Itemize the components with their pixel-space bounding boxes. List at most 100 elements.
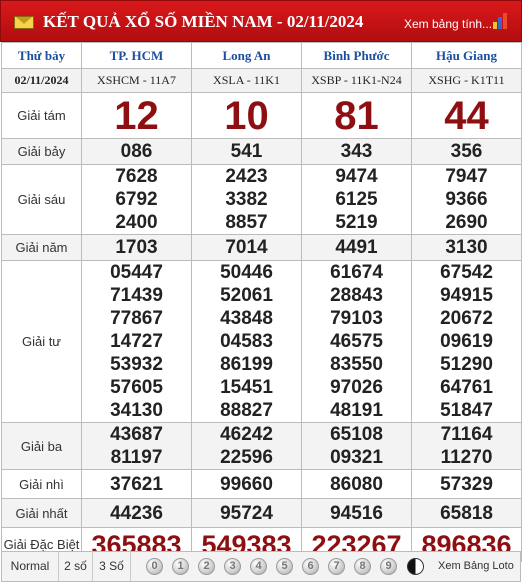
prize-cell: 086 <box>81 138 192 165</box>
prize-number: 09619 <box>440 331 493 352</box>
prize-cell: 71164 11270 <box>411 422 522 470</box>
prize-number: 46242 <box>220 424 273 445</box>
prize-number: 61674 <box>330 262 383 283</box>
digit-ball-button[interactable]: 6 <box>302 558 319 575</box>
prize-number: 48191 <box>330 400 383 421</box>
prize-cell: 7014 <box>191 234 302 261</box>
prize-number: 09321 <box>330 447 383 468</box>
prize-number: 67542 <box>440 262 493 283</box>
ticket-code: XSLA - 11K1 <box>191 68 302 93</box>
province-name[interactable]: Hậu Giang <box>411 42 522 69</box>
prize-number: 3382 <box>225 189 268 210</box>
yin-yang-icon[interactable] <box>407 558 424 575</box>
prize-number: 1703 <box>115 237 158 258</box>
prize-cell: 1703 <box>81 234 192 261</box>
prize-number: 86199 <box>220 354 273 375</box>
prize-number: 3130 <box>445 237 488 258</box>
prize-cell: 356 <box>411 138 522 165</box>
prize-number: 57605 <box>110 377 163 398</box>
day-label: Thứ bảy <box>1 42 82 69</box>
prize-number: 14727 <box>110 331 163 352</box>
prize-cell: 9474 6125 5219 <box>301 164 412 235</box>
prize-number: 99660 <box>220 473 273 495</box>
digit-ball-button[interactable]: 1 <box>172 558 189 575</box>
prize-number: 77867 <box>110 308 163 329</box>
prize-row: Giải bảy 086 541 343 356 <box>1 138 522 165</box>
prize-number: 11270 <box>440 447 493 468</box>
prize-cell: 65818 <box>411 498 522 528</box>
prize-cell: 541 <box>191 138 302 165</box>
view-loto-link[interactable]: Xem Bảng Loto <box>438 552 514 581</box>
prize-number: 4491 <box>335 237 378 258</box>
prize-number: 34130 <box>110 400 163 421</box>
bar-chart-icon[interactable] <box>493 13 509 29</box>
prize-number: 7947 <box>445 166 488 187</box>
prize-number: 46575 <box>330 331 383 352</box>
prize-row: Giải nhất 44236 95724 94516 65818 <box>1 498 522 528</box>
prize-label: Giải nhì <box>1 469 82 499</box>
prize-number: 44 <box>444 93 489 138</box>
prize-label: Giải năm <box>1 234 82 261</box>
prize-number: 97026 <box>330 377 383 398</box>
prize-number: 20672 <box>440 308 493 329</box>
prize-cell: 05447 71439 77867 14727 53932 57605 34130 <box>81 260 192 423</box>
prize-number: 79103 <box>330 308 383 329</box>
prize-number: 05447 <box>110 262 163 283</box>
prize-row: Giải năm 1703 7014 4491 3130 <box>1 234 522 261</box>
prize-number: 28843 <box>330 285 383 306</box>
prize-number: 51847 <box>440 400 493 421</box>
option-normal[interactable]: Normal <box>2 552 59 581</box>
digit-ball-button[interactable]: 2 <box>198 558 215 575</box>
prize-row: Giải tám 12 10 81 44 <box>1 92 522 139</box>
digit-ball-button[interactable]: 8 <box>354 558 371 575</box>
prize-number: 65818 <box>440 502 493 524</box>
prize-cell: 61674 28843 79103 46575 83550 97026 48191 <box>301 260 412 423</box>
prize-number: 94915 <box>440 285 493 306</box>
prize-label: Giải nhất <box>1 498 82 528</box>
digit-ball-button[interactable]: 4 <box>250 558 267 575</box>
prize-cell: 86080 <box>301 469 412 499</box>
prize-number: 50446 <box>220 262 273 283</box>
option-2-digits[interactable]: 2 số <box>59 552 93 581</box>
option-3-digits[interactable]: 3 Số <box>93 552 131 581</box>
prize-number: 81 <box>334 93 379 138</box>
prize-number: 81197 <box>110 447 163 468</box>
prize-cell: 3130 <box>411 234 522 261</box>
prize-cell: 67542 94915 20672 09619 51290 64761 51847 <box>411 260 522 423</box>
prize-row: Giải nhì 37621 99660 86080 57329 <box>1 469 522 499</box>
prize-number: 5219 <box>335 212 378 233</box>
prize-number: 65108 <box>330 424 383 445</box>
prize-cell: 65108 09321 <box>301 422 412 470</box>
prize-cell: 50446 52061 43848 04583 86199 15451 88827 <box>191 260 302 423</box>
province-name[interactable]: TP. HCM <box>81 42 192 69</box>
digit-ball-button[interactable]: 0 <box>146 558 163 575</box>
ticket-code: XSHCM - 11A7 <box>81 68 192 93</box>
prize-label: Giải ba <box>1 422 82 470</box>
prize-number: 95724 <box>220 502 273 524</box>
digit-ball-button[interactable]: 7 <box>328 558 345 575</box>
prize-cell: 81 <box>301 92 412 139</box>
prize-number: 9474 <box>335 166 378 187</box>
prize-number: 541 <box>230 141 263 162</box>
prize-cell: 343 <box>301 138 412 165</box>
prize-number: 2690 <box>445 212 488 233</box>
digit-ball-button[interactable]: 5 <box>276 558 293 575</box>
prize-number: 6125 <box>335 189 378 210</box>
prize-label: Giải bảy <box>1 138 82 165</box>
prize-number: 51290 <box>440 354 493 375</box>
province-name[interactable]: Bình Phước <box>301 42 412 69</box>
prize-cell: 46242 22596 <box>191 422 302 470</box>
display-options-bar: Normal 2 số 3 Số 0123456789 Xem Bảng Lot… <box>1 551 521 582</box>
prize-number: 2423 <box>225 166 268 187</box>
prize-row: Giải tư 05447 71439 77867 14727 53932 57605 341… <box>1 260 522 423</box>
prize-number: 6792 <box>115 189 158 210</box>
digit-ball-button[interactable]: 9 <box>380 558 397 575</box>
prize-number: 12 <box>114 93 159 138</box>
prize-number: 7014 <box>225 237 268 258</box>
digit-ball-button[interactable]: 3 <box>224 558 241 575</box>
province-name[interactable]: Long An <box>191 42 302 69</box>
see-table-link[interactable]: Xem bảng tính... <box>404 17 492 31</box>
prize-number: 71164 <box>440 424 493 445</box>
province-header-row: Thứ bảy TP. HCM Long An Bình Phước Hậu Giang <box>1 42 522 69</box>
prize-number: 64761 <box>440 377 493 398</box>
